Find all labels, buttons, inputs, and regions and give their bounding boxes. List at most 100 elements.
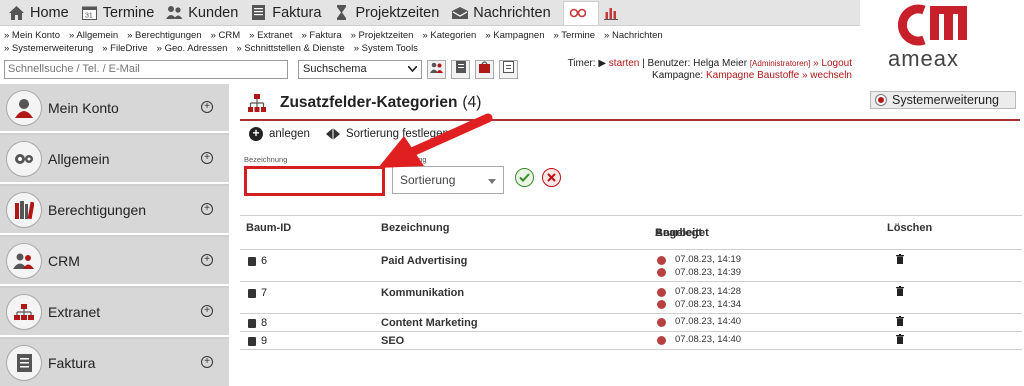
nav-tab-faktura[interactable]: Faktura [246, 0, 329, 26]
search-schema-value: Suchschema [303, 63, 367, 75]
bezeichnung-input[interactable] [244, 166, 385, 196]
delete-button[interactable] [896, 316, 904, 330]
row-bezeichnung[interactable]: SEO [381, 334, 404, 348]
row-bezeichnung[interactable]: Paid Advertising [381, 254, 467, 268]
table-row[interactable]: 8 Content Marketing 07.08.23, 14:40 [240, 314, 1022, 332]
user-name: | Benutzer: Helga Meier [642, 58, 748, 69]
timer-start-link[interactable]: starten [609, 58, 640, 69]
cancel-button[interactable] [542, 168, 561, 187]
sidebar-item-crm[interactable]: CRM + [0, 237, 229, 286]
row-id-cell: 7 [248, 286, 267, 300]
delete-button[interactable] [896, 286, 904, 300]
table-row[interactable]: 7 Kommunikation 07.08.23, 14:28 07.08.23… [240, 282, 1022, 314]
book-icon [248, 288, 256, 298]
sidebar-item-label: CRM [48, 252, 80, 269]
nav-tab-home[interactable]: Home [4, 0, 77, 26]
page-title: Zusatzfelder-Kategorien (4) [248, 94, 481, 112]
breadcrumb-link[interactable]: » Allgemein [69, 30, 118, 41]
table-row[interactable]: 6 Paid Advertising 07.08.23, 14:19 07.08… [240, 250, 1022, 282]
home-icon [8, 4, 25, 21]
sidebar-item-label: Mein Konto [48, 99, 119, 116]
delete-button[interactable] [896, 334, 904, 348]
timer-label: Timer: [567, 58, 596, 69]
create-button[interactable]: + anlegen [249, 127, 310, 141]
breadcrumb-link[interactable]: » Extranet [249, 30, 292, 41]
campaign-link[interactable]: Kampagne Baustoffe [706, 70, 799, 81]
create-label: anlegen [269, 128, 310, 140]
expand-icon[interactable]: + [201, 203, 213, 215]
search-documents-button[interactable] [451, 59, 470, 79]
sortierung-select[interactable]: Sortierung [392, 166, 504, 194]
search-schema-select[interactable]: Suchschema [298, 59, 422, 79]
sidebar-item-faktura[interactable]: Faktura + [0, 339, 229, 386]
document-icon [455, 60, 466, 78]
breadcrumb-link[interactable]: » Geo. Adressen [157, 43, 228, 54]
nav-tab-settings[interactable] [562, 0, 599, 25]
breadcrumb-link[interactable]: » FileDrive [102, 43, 147, 54]
row-created: 07.08.23, 14:40 [657, 316, 741, 329]
sort-button[interactable]: Sortierung festlegen [325, 128, 449, 140]
expand-icon[interactable]: + [201, 356, 213, 368]
breadcrumb-link[interactable]: » Kampagnen [485, 30, 544, 41]
breadcrumb-link[interactable]: » Kategorien [422, 30, 476, 41]
nav-tab-termine[interactable]: 31 Termine [77, 0, 163, 26]
table-header: Baum-ID Bezeichnung Angelegt Bearbeitet … [240, 215, 1022, 250]
row-dates: 07.08.23, 14:19 07.08.23, 14:39 [657, 254, 741, 279]
sidebar-item-allgemein[interactable]: Allgemein + [0, 135, 229, 184]
header-bearbeitet: Bearbeitet [655, 227, 709, 239]
nav-tab-kunden[interactable]: Kunden [162, 0, 246, 26]
trash-icon [896, 286, 904, 296]
book-icon [248, 256, 256, 266]
breadcrumb-link[interactable]: » Mein Konto [4, 30, 60, 41]
sidebar-item-mein-konto[interactable]: Mein Konto + [0, 84, 229, 133]
delete-button[interactable] [896, 254, 904, 268]
page: Home 31 Termine Kunden Faktura Projektze… [0, 0, 1024, 386]
expand-icon[interactable]: + [201, 101, 213, 113]
book-icon [248, 318, 256, 328]
row-id: 8 [261, 317, 268, 329]
search-shop-button[interactable] [475, 59, 494, 79]
expand-icon[interactable]: + [201, 305, 213, 317]
row-id-cell: 8 [248, 316, 267, 330]
campaign-switch-link[interactable]: » wechseln [802, 70, 852, 81]
breadcrumb-link[interactable]: » Projektzeiten [351, 30, 414, 41]
sidebar-item-berechtigungen[interactable]: Berechtigungen + [0, 186, 229, 235]
record-icon [876, 95, 886, 105]
breadcrumb-link[interactable]: » Systemerweiterung [4, 43, 93, 54]
breadcrumb-link[interactable]: » Termine [554, 30, 596, 41]
nav-tab-projektzeiten[interactable]: Projektzeiten [329, 0, 447, 26]
row-bezeichnung[interactable]: Content Marketing [381, 316, 478, 330]
close-icon [547, 169, 556, 187]
breadcrumb-link[interactable]: » System Tools [354, 43, 418, 54]
search-notes-button[interactable] [499, 59, 518, 79]
breadcrumb-link[interactable]: » Berechtigungen [127, 30, 201, 41]
search-users-button[interactable] [427, 59, 446, 79]
sidebar-item-extranet[interactable]: Extranet + [0, 288, 229, 337]
breadcrumb-link[interactable]: » CRM [211, 30, 241, 41]
nav-tab-reports[interactable] [599, 0, 633, 26]
breadcrumb: » Mein Konto » Allgemein » Berechtigungen »… [4, 29, 864, 55]
breadcrumb-link[interactable]: » Faktura [301, 30, 341, 41]
trash-icon [896, 254, 904, 264]
quick-search-input[interactable] [4, 59, 288, 79]
confirm-button[interactable] [515, 168, 534, 187]
expand-icon[interactable]: + [201, 152, 213, 164]
sort-icon [325, 128, 340, 140]
header-baum-id[interactable]: Baum-ID [246, 221, 291, 235]
systemerweiterung-button[interactable]: Systemerweiterung [870, 91, 1016, 109]
nav-tab-label: Faktura [272, 4, 322, 21]
sortierung-value: Sortierung [400, 173, 456, 187]
user-avatar-icon [657, 335, 666, 345]
expand-icon[interactable]: + [201, 254, 213, 266]
row-bezeichnung[interactable]: Kommunikation [381, 286, 464, 300]
breadcrumb-link[interactable]: » Nachrichten [604, 30, 663, 41]
table-row[interactable]: 9 SEO 07.08.23, 14:40 [240, 332, 1022, 350]
breadcrumb-link[interactable]: » Schnittstellen & Dienste [236, 43, 344, 54]
logout-link[interactable]: » Logout [813, 58, 852, 69]
created-date: 07.08.23, 14:40 [675, 334, 742, 346]
header-bezeichnung[interactable]: Bezeichnung [381, 221, 449, 235]
search-bar: Suchschema [4, 59, 518, 79]
breadcrumb-row-1: » Mein Konto » Allgemein » Berechtigungen »… [4, 29, 864, 42]
nav-tab-nachrichten[interactable]: Nachrichten [447, 0, 558, 26]
record-count: (4) [462, 94, 482, 111]
